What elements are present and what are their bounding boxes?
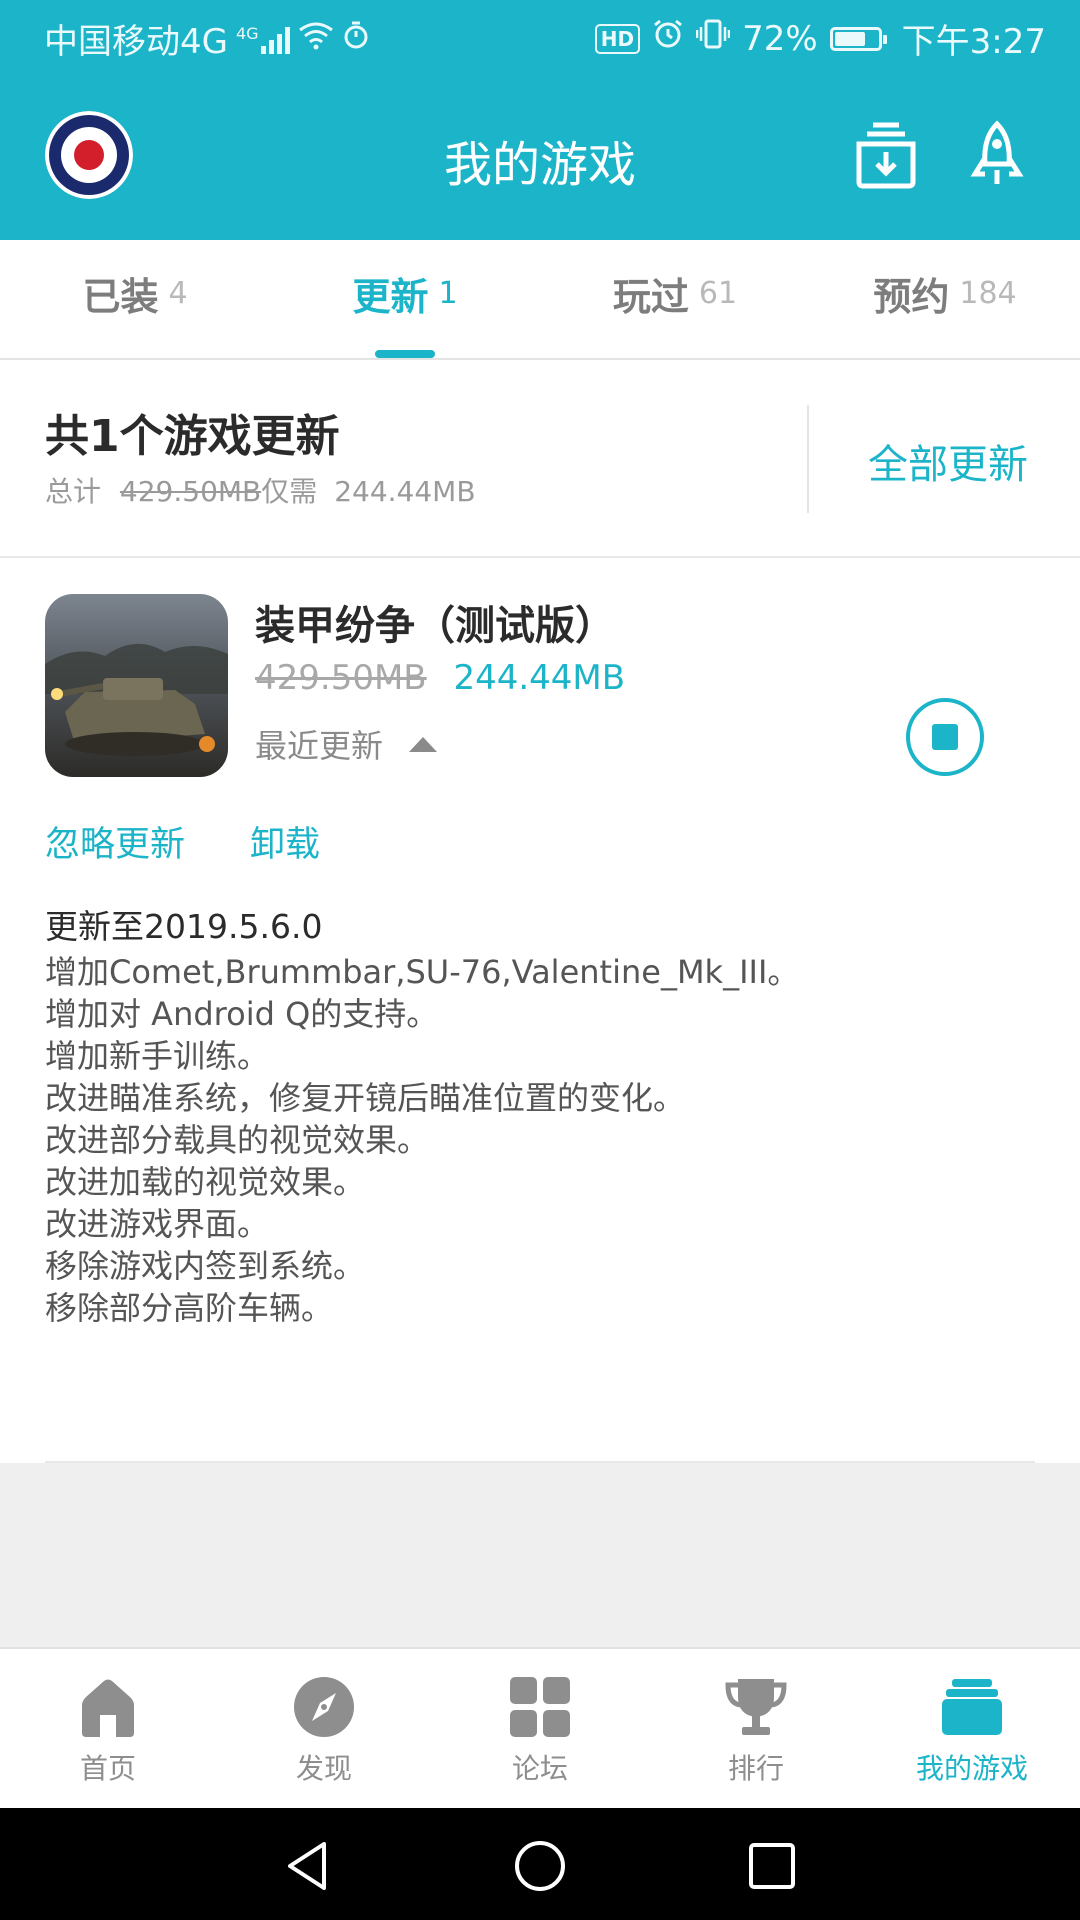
nav-my-games[interactable]: 我的游戏	[864, 1649, 1080, 1809]
nav-label: 发现	[295, 1752, 352, 1785]
tab-label: 预约	[873, 274, 950, 319]
system-nav-bar	[0, 1808, 1080, 1920]
release-note-line: 移除部分高阶车辆。	[45, 1289, 334, 1327]
status-right: HD 72% 下午3:27	[594, 14, 1046, 63]
nav-discover[interactable]: 发现	[216, 1649, 432, 1809]
tab-bar: 已装 4 更新 1 玩过 61 预约 184	[0, 240, 1080, 360]
divider	[807, 405, 809, 513]
hd-icon: HD	[594, 23, 641, 54]
release-note-line: 改进瞄准系统，修复开镜后瞄准位置的变化。	[45, 1079, 686, 1117]
tab-updates[interactable]: 更新 1	[270, 240, 540, 358]
update-all-button[interactable]: 全部更新	[868, 432, 1028, 490]
recent-update-label: 最近更新	[255, 727, 384, 765]
app-header-area: 中国移动4G 4G HD 72% 下午3:27 我的游戏	[0, 0, 1080, 240]
status-left: 中国移动4G 4G	[44, 14, 370, 63]
status-bar: 中国移动4G 4G HD 72% 下午3:27	[0, 0, 1080, 76]
trophy-icon	[724, 1675, 788, 1739]
tab-label: 玩过	[612, 274, 689, 319]
tab-count: 4	[168, 275, 188, 311]
release-note-line: 增加对 Android Q的支持。	[45, 995, 439, 1033]
nav-label: 排行	[727, 1752, 784, 1785]
download-box-icon[interactable]	[853, 120, 919, 190]
summary-total-size: 429.50MB	[119, 475, 262, 508]
network-badge: 4G	[235, 23, 259, 43]
stop-icon	[932, 724, 958, 750]
release-note-line: 移除游戏内签到系统。	[45, 1247, 366, 1285]
grid-icon	[508, 1675, 572, 1739]
tab-label: 已装	[82, 274, 159, 319]
signal-icon: 4G	[236, 24, 290, 54]
update-summary: 共1个游戏更新 总计 429.50MB仅需 244.44MB 全部更新	[0, 360, 1080, 558]
nav-label: 首页	[79, 1752, 136, 1785]
release-note-line: 改进部分载具的视觉效果。	[45, 1121, 430, 1159]
release-notes-title: 更新至2019.5.6.0	[45, 907, 323, 946]
game-title[interactable]: 装甲纷争（测试版）	[255, 593, 615, 651]
battery-fill	[834, 31, 865, 46]
summary-prefix: 总计	[45, 475, 102, 508]
clock: 下午3:27	[901, 22, 1046, 62]
home-icon	[76, 1675, 140, 1739]
nav-home[interactable]: 首页	[0, 1649, 216, 1809]
nav-label: 我的游戏	[915, 1752, 1028, 1785]
release-note-line: 增加新手训练。	[45, 1037, 270, 1075]
release-note-line: 增加Comet,Brummbar,SU-76,Valentine_Mk_III。	[45, 953, 800, 991]
game-update-card: 装甲纷争（测试版） 429.50MB 244.44MB 最近更新 忽略更新 卸载…	[0, 558, 1080, 1463]
stopwatch-icon	[342, 19, 370, 59]
ignore-update-link[interactable]: 忽略更新	[45, 816, 185, 867]
release-note-line: 改进加载的视觉效果。	[45, 1163, 366, 1201]
compass-icon	[292, 1675, 356, 1739]
summary-only-need: 仅需	[261, 475, 318, 508]
back-icon[interactable]	[280, 1838, 336, 1894]
pause-download-button[interactable]	[906, 698, 984, 776]
recents-icon[interactable]	[744, 1838, 800, 1894]
game-old-size: 429.50MB	[255, 658, 427, 698]
battery-icon	[829, 26, 887, 51]
game-icon[interactable]	[45, 594, 228, 777]
tab-count: 184	[959, 275, 1017, 311]
battery-percent: 72%	[742, 18, 818, 59]
game-size-row: 429.50MB 244.44MB	[255, 658, 625, 698]
nav-ranking[interactable]: 排行	[648, 1649, 864, 1809]
tab-count: 1	[438, 275, 458, 311]
collapse-arrow-icon	[409, 736, 438, 752]
alarm-icon	[652, 18, 684, 59]
release-notes: 更新至2019.5.6.0 增加Comet,Brummbar,SU-76,Val…	[45, 903, 1035, 1329]
tab-installed[interactable]: 已装 4	[0, 240, 270, 358]
home-circle-icon[interactable]	[512, 1838, 568, 1894]
recent-update-toggle[interactable]: 最近更新	[255, 721, 438, 767]
nav-forum[interactable]: 论坛	[432, 1649, 648, 1809]
summary-subtitle: 总计 429.50MB仅需 244.44MB	[45, 470, 476, 510]
nav-label: 论坛	[511, 1752, 568, 1785]
tab-count: 61	[698, 275, 738, 311]
release-note-line: 改进游戏界面。	[45, 1205, 270, 1243]
wifi-icon	[298, 19, 334, 59]
divider	[45, 1461, 1035, 1463]
summary-need-size: 244.44MB	[334, 475, 476, 508]
summary-title: 共1个游戏更新	[45, 411, 340, 462]
carrier-label: 中国移动4G	[44, 22, 228, 62]
tab-active-indicator	[375, 350, 435, 358]
uninstall-link[interactable]: 卸载	[250, 816, 320, 867]
rocket-icon[interactable]	[967, 120, 1027, 190]
tab-reserved[interactable]: 预约 184	[810, 240, 1080, 358]
game-new-size: 244.44MB	[453, 658, 626, 698]
tab-played[interactable]: 玩过 61	[540, 240, 810, 358]
bottom-nav: 首页 发现 论坛 排行 我的游戏	[0, 1647, 1080, 1809]
stack-icon	[940, 1675, 1004, 1739]
vibrate-icon	[695, 18, 731, 59]
tab-label: 更新	[352, 274, 429, 319]
